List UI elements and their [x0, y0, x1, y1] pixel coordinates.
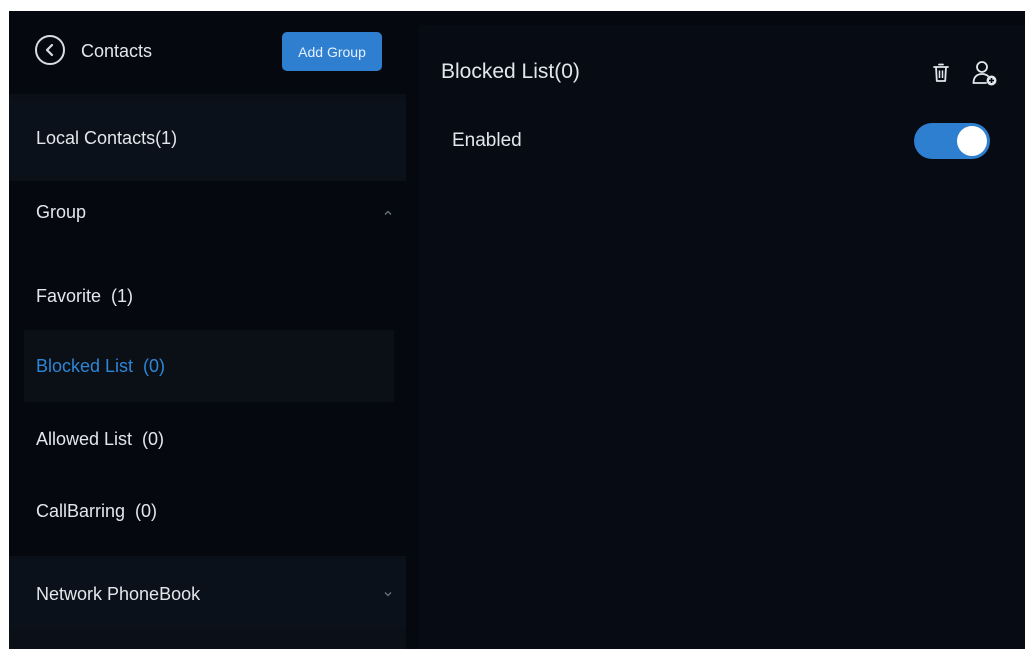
delete-button[interactable]	[927, 59, 955, 87]
sidebar-item-favorite[interactable]: Favorite (1)	[9, 261, 406, 331]
sidebar: Contacts Add Group Local Contacts(1) Gro…	[9, 11, 406, 649]
toggle-knob	[957, 126, 987, 156]
sidebar-item-network-phonebook[interactable]: Network PhoneBook	[9, 559, 406, 629]
blocked-list-panel: Blocked List(0) Enabled	[419, 25, 1025, 649]
sidebar-item-label: Local Contacts(1)	[36, 128, 178, 148]
page-title: Blocked List(0)	[441, 60, 580, 83]
enabled-toggle[interactable]	[914, 123, 990, 159]
sidebar-item-label: Favorite (1)	[36, 285, 134, 306]
chevron-down-icon	[384, 592, 392, 597]
back-arrow-icon	[45, 43, 54, 57]
add-group-button[interactable]: Add Group	[282, 32, 382, 71]
sidebar-item-group[interactable]: Group	[9, 181, 406, 244]
trash-icon	[933, 63, 949, 82]
sidebar-item-label: Blocked List (0)	[36, 355, 166, 376]
add-contact-icon	[972, 61, 997, 86]
add-contact-button[interactable]	[971, 59, 999, 87]
chevron-up-icon	[384, 210, 392, 215]
sidebar-item-call-barring[interactable]: CallBarring (0)	[9, 476, 406, 546]
enabled-label: Enabled	[452, 130, 522, 151]
sidebar-header: Contacts Add Group	[9, 11, 406, 94]
sidebar-item-local-contacts[interactable]: Local Contacts(1)	[9, 101, 406, 176]
sidebar-item-allowed-list[interactable]: Allowed List (0)	[9, 404, 406, 474]
sidebar-item-label: Network PhoneBook	[36, 583, 201, 604]
sidebar-item-label: Group	[36, 202, 87, 222]
sidebar-item-blocked-list[interactable]: Blocked List (0)	[24, 330, 394, 402]
back-button[interactable]	[35, 35, 65, 65]
sidebar-item-label: CallBarring (0)	[36, 500, 158, 521]
contacts-screen: Contacts Add Group Local Contacts(1) Gro…	[9, 11, 1025, 649]
sidebar-title: Contacts	[81, 41, 153, 61]
sidebar-item-label: Allowed List (0)	[36, 428, 165, 449]
